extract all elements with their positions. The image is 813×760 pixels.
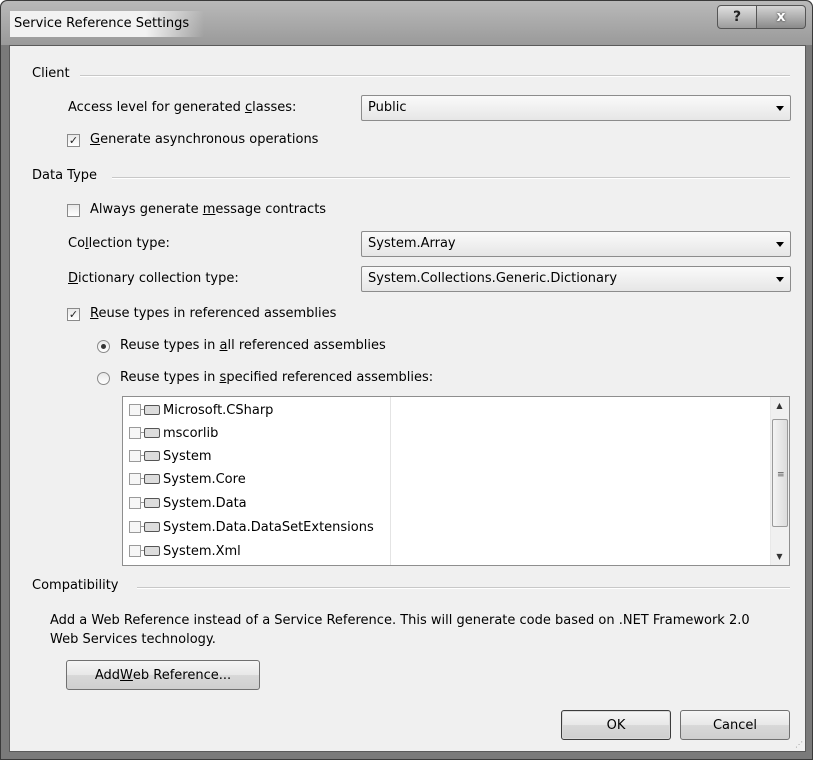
assembly-icon (140, 405, 160, 415)
assembly-checkbox[interactable] (129, 450, 141, 462)
dictionary-type-label: Dictionary collection type: (68, 271, 239, 286)
radio-selected-dot (101, 344, 106, 349)
add-web-reference-button[interactable]: Add Web Reference... (66, 660, 260, 690)
assembly-icon (140, 498, 160, 508)
compatibility-group-divider (137, 587, 790, 589)
ok-button[interactable]: OK (561, 710, 671, 740)
title-buttons: ? x (717, 5, 806, 29)
scroll-up-arrow-icon[interactable]: ▲ (771, 397, 788, 414)
assembly-name: System.Data (163, 495, 247, 511)
reuse-all-radio[interactable] (97, 340, 110, 353)
dialog-client-area: Client Access level for generated classe… (9, 45, 806, 752)
list-scrollbar[interactable]: ▲ ≡ ▼ (770, 397, 789, 565)
assembly-icon (140, 522, 160, 532)
resize-grip-icon[interactable]: ⋰ (795, 740, 803, 749)
access-level-value: Public (368, 100, 407, 115)
grip-icon: ≡ (777, 470, 785, 480)
always-generate-contracts-checkbox[interactable] (67, 204, 80, 217)
scrollbar-thumb[interactable]: ≡ (772, 419, 788, 527)
assembly-checkbox[interactable] (129, 427, 141, 439)
assembly-checkbox[interactable] (129, 473, 141, 485)
assembly-checkbox[interactable] (129, 545, 141, 557)
list-item[interactable]: System (129, 445, 211, 467)
list-item[interactable]: System.Xml (129, 540, 241, 562)
data-type-group-divider (112, 177, 790, 179)
assembly-name: System (163, 448, 212, 464)
assembly-name: mscorlib (163, 425, 219, 441)
collection-type-combo[interactable]: System.Array (361, 231, 791, 257)
reuse-specified-radio[interactable] (97, 372, 110, 385)
dictionary-type-value: System.Collections.Generic.Dictionary (368, 271, 618, 286)
client-group-label: Client (32, 66, 78, 81)
assembly-icon (140, 546, 160, 556)
assembly-name: Microsoft.CSharp (163, 402, 274, 418)
client-group-divider (80, 75, 790, 77)
assembly-icon (140, 428, 160, 438)
assembly-checkbox[interactable] (129, 521, 141, 533)
dictionary-type-combo[interactable]: System.Collections.Generic.Dictionary (361, 266, 791, 292)
collection-type-label: Collection type: (68, 236, 170, 251)
collection-type-value: System.Array (368, 236, 456, 251)
generate-async-checkbox[interactable]: ✓ (67, 134, 80, 147)
assembly-checkbox[interactable] (129, 497, 141, 509)
compatibility-description-line1: Add a Web Reference instead of a Service… (50, 613, 750, 628)
dialog-window: Service Reference Settings ? x Client Ac… (0, 0, 813, 760)
list-column-divider (390, 397, 391, 565)
list-item[interactable]: System.Core (129, 468, 246, 490)
list-item[interactable]: Microsoft.CSharp (129, 399, 273, 421)
compatibility-group-label: Compatibility (32, 578, 127, 593)
window-title: Service Reference Settings (10, 11, 204, 37)
assemblies-listbox[interactable]: Microsoft.CSharp mscorlib System System.… (122, 396, 790, 566)
reuse-types-label[interactable]: Reuse types in referenced assemblies (90, 306, 336, 321)
reuse-specified-label[interactable]: Reuse types in specified referenced asse… (120, 370, 433, 385)
generate-async-label[interactable]: Generate asynchronous operations (90, 132, 318, 147)
scroll-down-arrow-icon[interactable]: ▼ (771, 548, 788, 565)
close-button[interactable]: x (757, 5, 806, 29)
help-button[interactable]: ? (717, 5, 757, 29)
reuse-types-checkbox[interactable]: ✓ (67, 308, 80, 321)
cancel-button[interactable]: Cancel (680, 710, 790, 740)
chevron-down-icon (776, 277, 784, 282)
list-item[interactable]: mscorlib (129, 422, 218, 444)
assembly-name: System.Data.DataSetExtensions (163, 519, 374, 535)
compatibility-description-line2: Web Services technology. (50, 632, 216, 647)
reuse-all-label[interactable]: Reuse types in all referenced assemblies (120, 338, 386, 353)
access-level-label: Access level for generated classes: (68, 100, 297, 115)
assembly-checkbox[interactable] (129, 404, 141, 416)
chevron-down-icon (776, 106, 784, 111)
assembly-name: System.Core (163, 471, 246, 487)
always-generate-contracts-label[interactable]: Always generate message contracts (90, 202, 326, 217)
list-item[interactable]: System.Data.DataSetExtensions (129, 516, 374, 538)
assembly-name: System.Xml (163, 543, 241, 559)
access-level-combo[interactable]: Public (361, 95, 791, 121)
title-bar[interactable]: Service Reference Settings ? x (1, 1, 812, 45)
assembly-icon (140, 451, 160, 461)
data-type-group-label: Data Type (32, 168, 106, 183)
assembly-icon (140, 474, 160, 484)
list-item[interactable]: System.Data (129, 492, 247, 514)
chevron-down-icon (776, 242, 784, 247)
